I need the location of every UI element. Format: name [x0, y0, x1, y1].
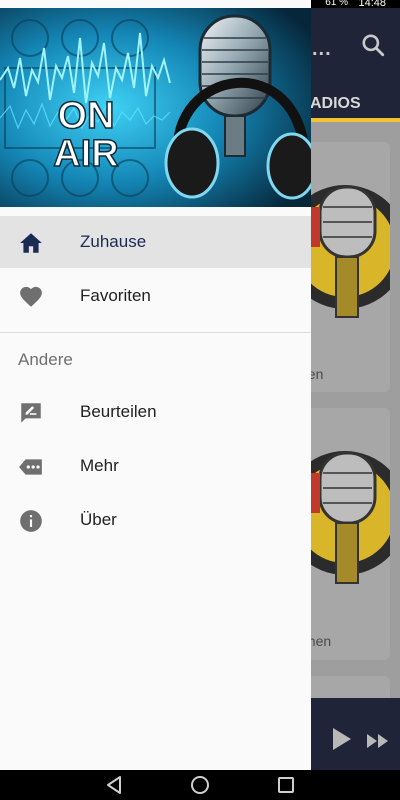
tab-radios[interactable]: ADIOS	[310, 95, 361, 113]
drawer-item-label: Zuhause	[80, 232, 147, 251]
drawer-divider	[0, 332, 311, 333]
navigation-drawer: ON AIR Zuhause Favoriten Andere Beurteil…	[0, 0, 311, 770]
drawer-item-label: Beurteilen	[80, 402, 157, 421]
drawer-item-about[interactable]: Über	[0, 494, 311, 546]
back-icon[interactable]	[100, 770, 128, 800]
drawer-header-image: ON AIR	[0, 8, 311, 207]
drawer-item-home[interactable]: Zuhause	[0, 216, 311, 268]
on-air-text-line2: AIR	[53, 133, 118, 175]
rate-review-icon	[21, 403, 41, 423]
drawer-item-more[interactable]: Mehr	[0, 440, 311, 492]
system-navigation-bar	[0, 770, 400, 800]
drawer-item-label: Favoriten	[80, 286, 151, 305]
drawer-item-label: Über	[80, 510, 117, 529]
battery-level: 61 %	[325, 0, 348, 8]
drawer-item-label: Mehr	[80, 456, 119, 475]
fast-forward-icon[interactable]	[366, 733, 390, 749]
drawer-item-favorites[interactable]: Favoriten	[0, 270, 311, 322]
app-title-truncated: ...	[312, 38, 332, 60]
home-icon	[20, 233, 42, 253]
heart-icon	[20, 286, 42, 307]
drawer-header-spacer	[0, 207, 311, 216]
drawer-section-header: Andere	[18, 350, 73, 369]
drawer-item-rate[interactable]: Beurteilen	[0, 386, 311, 438]
play-icon[interactable]	[333, 728, 351, 750]
recents-icon[interactable]	[272, 770, 300, 800]
status-time: 14:48	[358, 0, 386, 9]
home-nav-icon[interactable]	[186, 770, 214, 800]
more-tag-icon	[19, 459, 42, 475]
info-icon	[20, 510, 42, 532]
search-icon[interactable]	[360, 32, 386, 58]
on-air-text-line1: ON	[58, 95, 115, 137]
